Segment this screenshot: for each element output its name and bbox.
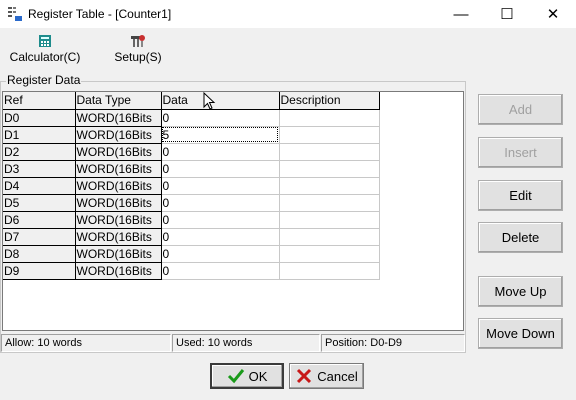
move-down-button[interactable]: Move Down: [478, 318, 563, 349]
description-cell[interactable]: [279, 177, 380, 195]
mouse-pointer-icon: [203, 92, 216, 110]
table-row[interactable]: D4 WORD(16Bits 0: [3, 177, 380, 195]
ref-cell[interactable]: D3: [3, 160, 76, 178]
ref-cell[interactable]: D8: [3, 245, 76, 263]
description-cell[interactable]: [279, 109, 380, 127]
ref-cell[interactable]: D4: [3, 177, 76, 195]
data-cell[interactable]: 0: [161, 160, 280, 178]
table-row[interactable]: D8 WORD(16Bits 0: [3, 245, 380, 263]
data-cell-selected[interactable]: 5: [161, 126, 280, 144]
ref-cell[interactable]: D1: [3, 126, 76, 144]
header-row: Ref Data Type Data Description: [3, 92, 380, 110]
data-type-cell[interactable]: WORD(16Bits: [75, 160, 162, 178]
status-position: Position: D0-D9: [321, 334, 465, 352]
data-type-cell[interactable]: WORD(16Bits: [75, 262, 162, 280]
table-row[interactable]: D1 WORD(16Bits 5: [3, 126, 380, 144]
ref-cell[interactable]: D5: [3, 194, 76, 212]
data-cell[interactable]: 0: [161, 194, 280, 212]
close-button[interactable]: ✕: [530, 0, 576, 28]
ref-cell[interactable]: D6: [3, 211, 76, 229]
data-cell[interactable]: 0: [161, 177, 280, 195]
table-row[interactable]: D9 WORD(16Bits 0: [3, 262, 380, 280]
description-cell[interactable]: [279, 228, 380, 246]
description-cell[interactable]: [279, 160, 380, 178]
minimize-button[interactable]: —: [438, 0, 484, 28]
data-type-cell[interactable]: WORD(16Bits: [75, 143, 162, 161]
register-table: Ref Data Type Data Description D0 WORD(1…: [3, 92, 380, 280]
maximize-icon: ☐: [500, 6, 514, 23]
description-cell[interactable]: [279, 211, 380, 229]
data-type-cell[interactable]: WORD(16Bits: [75, 109, 162, 127]
maximize-button[interactable]: ☐: [484, 0, 530, 28]
status-allow: Allow: 10 words: [1, 334, 171, 352]
status-used: Used: 10 words: [172, 334, 320, 352]
table-row[interactable]: D6 WORD(16Bits 0: [3, 211, 380, 229]
setup-icon: [131, 35, 145, 47]
setup-label: Setup(S): [114, 50, 162, 64]
window-title: Register Table - [Counter1]: [28, 7, 172, 21]
table-row[interactable]: D5 WORD(16Bits 0: [3, 194, 380, 212]
description-cell[interactable]: [279, 143, 380, 161]
minimize-icon: —: [453, 5, 469, 23]
column-header-data-type[interactable]: Data Type: [75, 92, 162, 110]
column-header-data[interactable]: Data: [161, 92, 280, 110]
register-table-icon: [8, 7, 22, 21]
table-row[interactable]: D3 WORD(16Bits 0: [3, 160, 380, 178]
ok-button[interactable]: OK: [210, 363, 284, 389]
cancel-label: Cancel: [317, 368, 358, 384]
ref-cell[interactable]: D9: [3, 262, 76, 280]
data-cell[interactable]: 0: [161, 143, 280, 161]
data-type-cell[interactable]: WORD(16Bits: [75, 126, 162, 144]
data-type-cell[interactable]: WORD(16Bits: [75, 211, 162, 229]
data-cell[interactable]: 0: [161, 109, 280, 127]
calculator-button[interactable]: Calculator(C): [4, 34, 86, 70]
description-cell[interactable]: [279, 194, 380, 212]
data-cell[interactable]: 0: [161, 262, 280, 280]
description-cell[interactable]: [279, 262, 380, 280]
title-bar: Register Table - [Counter1] — ☐ ✕: [0, 0, 576, 28]
ref-cell[interactable]: D7: [3, 228, 76, 246]
checkmark-icon: [227, 369, 244, 384]
close-icon: ✕: [546, 6, 560, 23]
description-cell[interactable]: [279, 245, 380, 263]
move-up-button[interactable]: Move Up: [478, 276, 563, 307]
ok-label: OK: [248, 368, 268, 384]
table-row[interactable]: D0 WORD(16Bits 0: [3, 109, 380, 127]
data-cell[interactable]: 0: [161, 228, 280, 246]
table-row[interactable]: D7 WORD(16Bits 0: [3, 228, 380, 246]
add-button[interactable]: Add: [478, 94, 563, 125]
calculator-label: Calculator(C): [9, 50, 81, 64]
column-header-ref[interactable]: Ref: [3, 92, 76, 110]
register-grid[interactable]: Ref Data Type Data Description D0 WORD(1…: [2, 91, 464, 331]
cancel-button[interactable]: Cancel: [289, 363, 364, 389]
group-label: Register Data: [6, 73, 82, 87]
ref-cell[interactable]: D0: [3, 109, 76, 127]
setup-button[interactable]: Setup(S): [108, 34, 168, 70]
data-type-cell[interactable]: WORD(16Bits: [75, 228, 162, 246]
data-cell[interactable]: 0: [161, 211, 280, 229]
x-mark-icon: [297, 368, 312, 384]
data-type-cell[interactable]: WORD(16Bits: [75, 194, 162, 212]
calculator-icon: [39, 35, 51, 47]
table-row[interactable]: D2 WORD(16Bits 0: [3, 143, 380, 161]
data-type-cell[interactable]: WORD(16Bits: [75, 177, 162, 195]
delete-button[interactable]: Delete: [478, 222, 563, 253]
description-cell[interactable]: [279, 126, 380, 144]
column-header-description[interactable]: Description: [279, 92, 380, 110]
insert-button[interactable]: Insert: [478, 137, 563, 168]
data-cell[interactable]: 0: [161, 245, 280, 263]
edit-button[interactable]: Edit: [478, 180, 563, 211]
data-type-cell[interactable]: WORD(16Bits: [75, 245, 162, 263]
ref-cell[interactable]: D2: [3, 143, 76, 161]
